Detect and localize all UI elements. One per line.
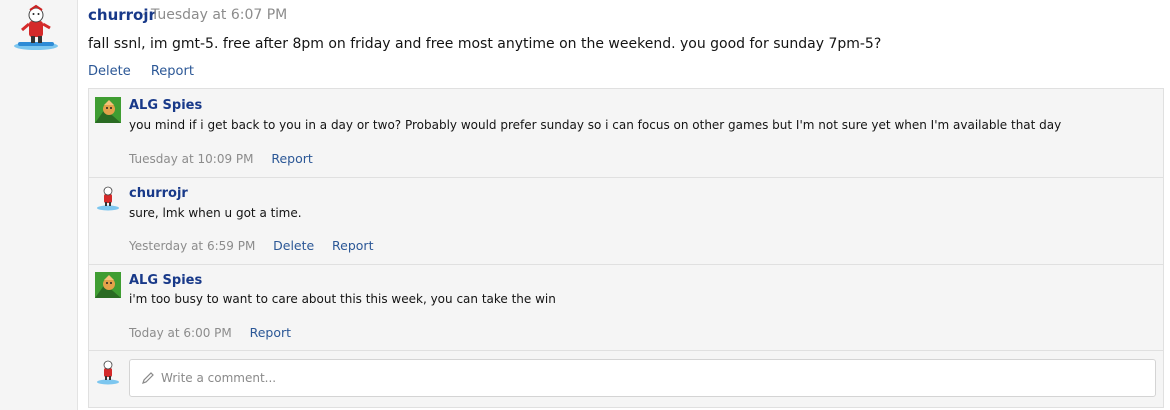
comment-item: churrojr sure, lmk when u got a time. Ye… — [89, 178, 1163, 265]
comment-placeholder: Write a comment... — [161, 371, 277, 385]
comment-composer: Write a comment... — [89, 351, 1163, 407]
alg-spies-avatar-icon[interactable] — [95, 272, 121, 298]
snowboarder-avatar-icon — [97, 360, 119, 385]
comment-input[interactable]: Write a comment... — [129, 359, 1156, 397]
delete-link[interactable]: Delete — [273, 238, 314, 253]
snowboarder-avatar-icon[interactable] — [95, 185, 121, 211]
comment-author[interactable]: ALG Spies — [129, 98, 202, 113]
comment-author[interactable]: ALG Spies — [129, 273, 202, 288]
left-gutter — [0, 0, 78, 410]
post-body: fall ssnl, im gmt-5. free after 8pm on f… — [88, 36, 882, 52]
comment-meta: Today at 6:00 PM Report — [129, 325, 291, 340]
post-time: · Tuesday at 6:07 PM — [142, 7, 287, 23]
user-avatar[interactable] — [12, 4, 60, 52]
comment-time: Yesterday at 6:59 PM — [129, 239, 256, 253]
comment-body: sure, lmk when u got a time. — [129, 206, 302, 220]
comment-item: ALG Spies you mind if i get back to you … — [89, 89, 1163, 178]
comment-time: Tuesday at 10:09 PM — [129, 152, 254, 166]
pencil-icon — [142, 372, 154, 384]
post-actions: Delete Report — [88, 64, 210, 79]
comment-item: ALG Spies i'm too busy to want to care a… — [89, 265, 1163, 351]
report-link[interactable]: Report — [250, 325, 291, 340]
comments-panel: ALG Spies you mind if i get back to you … — [88, 88, 1164, 408]
post-time-text: Tuesday at 6:07 PM — [150, 7, 288, 23]
comment-meta: Yesterday at 6:59 PM Delete Report — [129, 238, 373, 253]
alg-spies-avatar-icon[interactable] — [95, 97, 121, 123]
comment-author[interactable]: churrojr — [129, 186, 188, 201]
report-link[interactable]: Report — [332, 238, 373, 253]
comment-meta: Tuesday at 10:09 PM Report — [129, 151, 313, 166]
report-link[interactable]: Report — [271, 151, 312, 166]
post-time-separator: · — [142, 7, 147, 23]
comment-time: Today at 6:00 PM — [129, 326, 232, 340]
comment-body: i'm too busy to want to care about this … — [129, 292, 556, 306]
report-link[interactable]: Report — [151, 64, 194, 79]
comment-body: you mind if i get back to you in a day o… — [129, 118, 1062, 132]
delete-link[interactable]: Delete — [88, 64, 131, 79]
